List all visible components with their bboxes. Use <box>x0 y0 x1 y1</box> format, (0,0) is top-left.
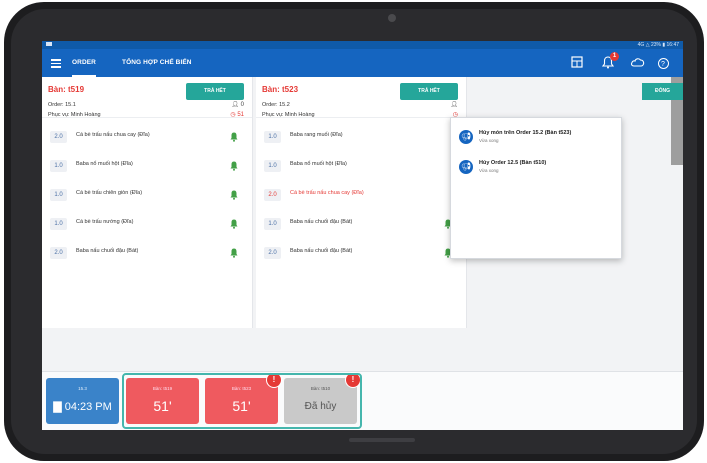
home-bar <box>349 438 415 442</box>
table-name: Bàn: t523 <box>262 85 299 94</box>
cloud-icon[interactable] <box>630 56 645 70</box>
app-screen: 4G △ 23% ▮ 16:47 ORDER TỔNG HỢP CHẾ BIẾN… <box>42 41 683 430</box>
current-time-value: 04:23 PM <box>64 401 112 413</box>
list-item[interactable]: 2.0 Cá bè trấu nấu chua cay (Đĩa) <box>42 123 252 152</box>
item-qty: 1.0 <box>50 189 67 201</box>
order-card-t523[interactable]: Bàn: t523 TRẢ HẾT Order: 15.2 Phục vụ: M… <box>256 77 467 328</box>
list-item[interactable]: 1.0 Baba rang muối (Đĩa) <box>256 123 466 152</box>
tra-het-button[interactable]: TRẢ HẾT <box>186 83 244 100</box>
bottom-order-strip: 15.3 ▇ 04:23 PM Bàn: t519 51' Bàn: t523 … <box>42 371 683 430</box>
tab-order[interactable]: ORDER <box>72 49 96 77</box>
staff-name: Phục vụ: Minh Hoàng <box>48 112 101 118</box>
app-bar: ORDER TỔNG HỢP CHẾ BIẾN 1 ? <box>42 49 683 77</box>
list-item[interactable]: 1.0 Cá bè trấu chiên giòn (Đĩa) <box>42 181 252 210</box>
list-item[interactable]: 1.0 Cá bè trấu nướng (Đĩa) <box>42 210 252 239</box>
bell-icon[interactable] <box>230 248 238 258</box>
item-qty: 1.0 <box>264 160 281 172</box>
notification-popup: 📢︎ Hủy món trên Order 15.2 (Bàn t523) Vừ… <box>450 117 622 259</box>
tra-het-button[interactable]: TRẢ HẾT <box>400 83 458 100</box>
bar-chart-icon: ▇ <box>53 401 62 413</box>
current-order-label: 15.3 <box>78 386 87 391</box>
clock-icon: ◷ <box>230 112 236 118</box>
item-name: Baba nổ muối hột (Đĩa) <box>76 161 133 167</box>
camera-icon <box>388 14 396 22</box>
list-item[interactable]: 1.0 Baba nổ muối hột (Đĩa) <box>256 152 466 181</box>
megaphone-icon: 📢︎ <box>459 130 473 144</box>
bell-icon[interactable] <box>230 219 238 229</box>
list-item[interactable]: 1.0 Baba nổ muối hột (Đĩa) <box>42 152 252 181</box>
item-qty: 2.0 <box>50 131 67 143</box>
order-card-header: Bàn: t523 TRẢ HẾT Order: 15.2 Phục vụ: M… <box>256 77 466 118</box>
order-number: Order: 15.1 <box>48 102 76 108</box>
screen-icon <box>46 42 52 46</box>
item-qty: 1.0 <box>50 160 67 172</box>
person-icon: 👤︎ <box>231 102 239 108</box>
bell-icon[interactable] <box>230 161 238 171</box>
notification-title: Hủy Order 12.5 (Bàn t510) <box>479 160 547 166</box>
item-name: Baba rang muối (Đĩa) <box>290 132 343 138</box>
orders-area: Bàn: t519 TRẢ HẾT Order: 15.1 Phục vụ: M… <box>42 77 683 328</box>
item-name: Cá bè trấu nướng (Đĩa) <box>76 219 134 225</box>
item-name: Baba nổ muối hột (Đĩa) <box>290 161 347 167</box>
item-name: Baba nấu chuối đậu (Bát) <box>290 248 353 254</box>
order-card-header: Bàn: t519 TRẢ HẾT Order: 15.1 Phục vụ: M… <box>42 77 252 118</box>
staff-name: Phục vụ: Minh Hoàng <box>262 112 315 118</box>
notification-item[interactable]: 📢︎ Hủy món trên Order 15.2 (Bàn t523) Vừ… <box>459 128 617 154</box>
person-icon: 👤︎ <box>450 102 458 108</box>
item-qty: 1.0 <box>50 218 67 230</box>
item-name: Cá bè trấu nấu chua cay (Đĩa) <box>290 190 364 196</box>
selection-outline <box>122 373 362 429</box>
notification-time: Vừa xong <box>479 138 499 143</box>
bell-icon[interactable] <box>230 190 238 200</box>
elapsed-time: ◷ 51 <box>230 111 244 118</box>
tab-tong-hop-che-bien[interactable]: TỔNG HỢP CHẾ BIẾN <box>122 49 192 77</box>
list-item[interactable]: 2.0 Baba nấu chuối đậu (Bát) <box>42 239 252 268</box>
list-item[interactable]: 1.0 Baba nấu chuối đậu (Bát) <box>256 210 466 239</box>
kitchen-board-icon[interactable] <box>570 56 584 70</box>
item-qty: 2.0 <box>50 247 67 259</box>
current-time: ▇ 04:23 PM <box>46 400 119 413</box>
help-icon[interactable]: ? <box>656 56 670 70</box>
guest-count: 👤︎ 0 <box>231 101 244 108</box>
list-item[interactable]: 2.0 Baba nấu chuối đậu (Bát) <box>256 239 466 268</box>
current-time-tile[interactable]: 15.3 ▇ 04:23 PM <box>46 378 119 424</box>
list-item-cancelled[interactable]: 2.0 Cá bè trấu nấu chua cay (Đĩa) <box>256 181 466 210</box>
item-name: Cá bè trấu nấu chua cay (Đĩa) <box>76 132 150 138</box>
item-qty: 1.0 <box>264 218 281 230</box>
guest-count-value: 0 <box>240 102 244 108</box>
menu-icon[interactable] <box>51 59 61 68</box>
notification-item[interactable]: 📢︎ Hủy Order 12.5 (Bàn t510) Vừa xong <box>459 158 617 184</box>
notification-count-badge: 1 <box>610 52 619 61</box>
elapsed-value: 51 <box>237 112 244 118</box>
dong-button[interactable]: ĐÓNG <box>642 83 683 100</box>
item-name: Cá bè trấu chiên giòn (Đĩa) <box>76 190 143 196</box>
item-qty: 2.0 <box>264 189 281 201</box>
table-name: Bàn: t519 <box>48 85 85 94</box>
bell-icon[interactable] <box>230 132 238 142</box>
item-name: Baba nấu chuối đậu (Bát) <box>76 248 139 254</box>
notification-title: Hủy món trên Order 15.2 (Bàn t523) <box>479 130 572 136</box>
order-number: Order: 15.2 <box>262 102 290 108</box>
order-card-t519[interactable]: Bàn: t519 TRẢ HẾT Order: 15.1 Phục vụ: M… <box>42 77 253 328</box>
notification-time: Vừa xong <box>479 168 499 173</box>
status-indicators: 4G △ 23% ▮ 16:47 <box>637 42 679 48</box>
bell-icon[interactable]: 1 <box>601 52 619 70</box>
item-qty: 2.0 <box>264 247 281 259</box>
megaphone-icon: 📢︎ <box>459 160 473 174</box>
item-qty: 1.0 <box>264 131 281 143</box>
status-bar: 4G △ 23% ▮ 16:47 <box>42 41 683 49</box>
item-name: Baba nấu chuối đậu (Bát) <box>290 219 353 225</box>
